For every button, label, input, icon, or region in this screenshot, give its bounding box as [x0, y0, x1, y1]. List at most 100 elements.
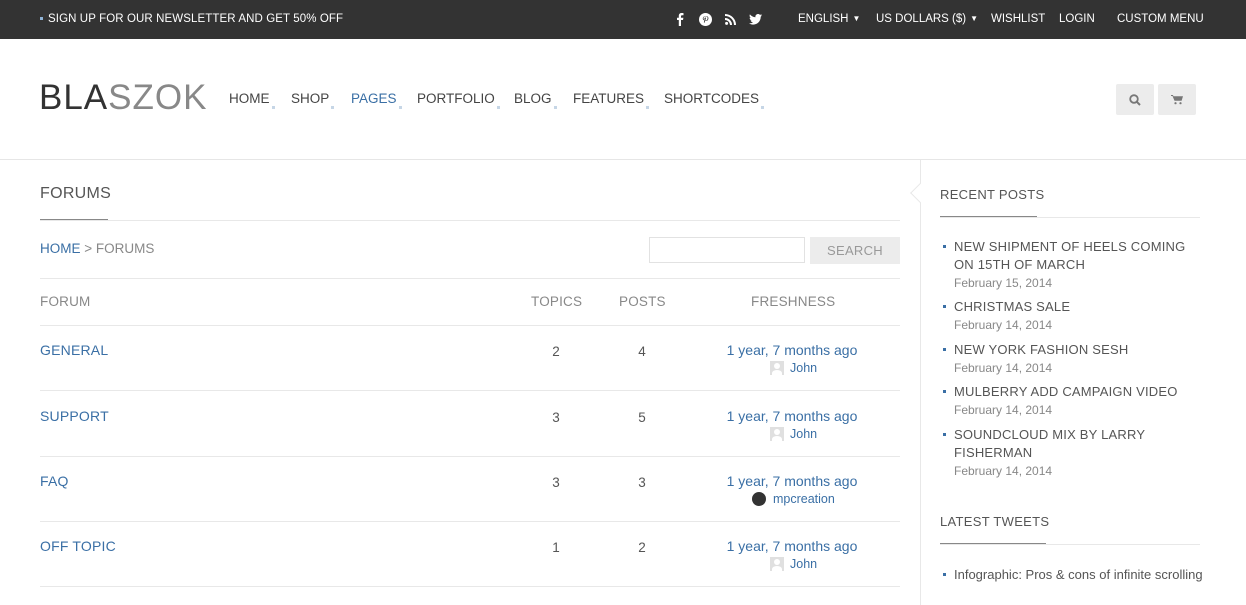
site-header: BLASZOK HOME SHOP PAGES PORTFOLIO BLOG F…: [0, 39, 1246, 160]
forum-search-button[interactable]: SEARCH: [810, 237, 900, 264]
rss-icon[interactable]: [722, 11, 738, 27]
author-name: John: [790, 557, 818, 571]
tweet-item: Infographic: Pros & cons of infinite scr…: [940, 565, 1205, 584]
list-item[interactable]: CHRISTMAS SALE February 14, 2014: [940, 298, 1205, 334]
freshness-link[interactable]: 1 year, 7 months ago: [712, 538, 872, 554]
page-title: FORUMS: [40, 185, 112, 202]
topics-count: 2: [552, 344, 560, 359]
forums-main: FORUMS HOME > FORUMS SEARCH FORUM TOPICS…: [40, 160, 900, 605]
post-title[interactable]: MULBERRY ADD CAMPAIGN VIDEO: [954, 383, 1205, 401]
author-link[interactable]: mpcreation: [752, 492, 835, 506]
topics-count: 3: [552, 410, 560, 425]
avatar: [770, 557, 784, 571]
tweet-text: Infographic: Pros & cons of infinite scr…: [954, 567, 1203, 582]
post-date: February 14, 2014: [954, 403, 1053, 417]
nav-portfolio[interactable]: PORTFOLIO: [417, 91, 500, 109]
currency-label: US DOLLARS ($): [876, 13, 967, 25]
posts-count: 2: [638, 540, 646, 555]
login-link[interactable]: LOGIN: [1059, 13, 1095, 25]
author-link[interactable]: John: [770, 427, 817, 441]
cart-icon: [1171, 95, 1183, 105]
newsletter-promo-link[interactable]: SIGN UP FOR OUR NEWSLETTER AND GET 50% O…: [40, 13, 343, 25]
topics-count: 1: [552, 540, 560, 555]
facebook-icon[interactable]: [672, 11, 688, 27]
language-selector[interactable]: ENGLISH ▼: [798, 13, 860, 25]
list-item[interactable]: SOUNDCLOUD MIX BY LARRY FISHERMAN Februa…: [940, 426, 1205, 480]
top-bar: SIGN UP FOR OUR NEWSLETTER AND GET 50% O…: [0, 0, 1246, 39]
chevron-down-icon: ▼: [970, 13, 979, 23]
forum-link[interactable]: GENERAL: [40, 342, 108, 358]
posts-count: 4: [638, 344, 646, 359]
nav-home[interactable]: HOME: [229, 91, 275, 109]
column-header-forum: FORUM: [40, 294, 91, 309]
language-label: ENGLISH: [798, 13, 849, 25]
table-row: SUPPORT 3 5 1 year, 7 months ago John: [40, 392, 900, 457]
divider: [40, 220, 900, 221]
search-button[interactable]: [1116, 84, 1154, 115]
divider: [40, 278, 900, 279]
post-title[interactable]: CHRISTMAS SALE: [954, 298, 1205, 316]
list-item[interactable]: MULBERRY ADD CAMPAIGN VIDEO February 14,…: [940, 383, 1205, 419]
nav-shortcodes[interactable]: SHORTCODES: [664, 91, 765, 109]
table-row: OFF TOPIC 1 2 1 year, 7 months ago John: [40, 522, 900, 587]
list-item[interactable]: NEW YORK FASHION SESH February 14, 2014: [940, 341, 1205, 377]
sidebar-notch: [910, 183, 930, 203]
chevron-down-icon: ▼: [852, 13, 861, 23]
author-name: John: [790, 361, 818, 375]
cart-button[interactable]: [1158, 84, 1196, 115]
logo-text-part1: BLA: [39, 78, 109, 117]
search-icon: [1129, 93, 1141, 106]
newsletter-promo-text: SIGN UP FOR OUR NEWSLETTER AND GET 50% O…: [48, 13, 344, 25]
breadcrumb-separator: >: [84, 241, 93, 256]
topics-count: 3: [552, 475, 560, 490]
nav-shop-label: SHOP: [291, 91, 330, 106]
author-name: mpcreation: [773, 492, 835, 506]
forum-link[interactable]: FAQ: [40, 473, 69, 489]
breadcrumb: HOME > FORUMS: [40, 241, 154, 256]
nav-pages-label: PAGES: [351, 91, 397, 106]
post-title[interactable]: SOUNDCLOUD MIX BY LARRY FISHERMAN: [954, 426, 1205, 462]
posts-count: 5: [638, 410, 646, 425]
freshness-link[interactable]: 1 year, 7 months ago: [712, 342, 872, 358]
nav-shop[interactable]: SHOP: [291, 91, 335, 109]
column-header-posts: POSTS: [619, 294, 666, 309]
divider: [940, 217, 1200, 218]
nav-features[interactable]: FEATURES: [573, 91, 650, 109]
post-date: February 14, 2014: [954, 318, 1053, 332]
nav-shortcodes-label: SHORTCODES: [664, 91, 760, 106]
author-link[interactable]: John: [770, 361, 817, 375]
avatar: [770, 361, 784, 375]
nav-pages[interactable]: PAGES: [351, 91, 402, 109]
nav-features-label: FEATURES: [573, 91, 645, 106]
author-link[interactable]: John: [770, 557, 817, 571]
divider: [940, 544, 1200, 545]
breadcrumb-home[interactable]: HOME: [40, 241, 81, 256]
forum-search-input[interactable]: [649, 237, 805, 263]
avatar: [752, 492, 766, 506]
wishlist-link[interactable]: WISHLIST: [991, 13, 1045, 25]
logo-text-part2: SZOK: [108, 78, 208, 117]
nav-blog-label: BLOG: [514, 91, 552, 106]
site-logo[interactable]: BLASZOK: [39, 80, 207, 115]
nav-portfolio-label: PORTFOLIO: [417, 91, 495, 106]
freshness-link[interactable]: 1 year, 7 months ago: [712, 473, 872, 489]
posts-count: 3: [638, 475, 646, 490]
post-title[interactable]: NEW SHIPMENT OF HEELS COMING ON 15TH OF …: [954, 238, 1205, 274]
currency-selector[interactable]: US DOLLARS ($) ▼: [876, 13, 978, 25]
forum-link[interactable]: SUPPORT: [40, 408, 109, 424]
recent-posts-heading: RECENT POSTS: [940, 187, 1045, 202]
list-item[interactable]: NEW SHIPMENT OF HEELS COMING ON 15TH OF …: [940, 238, 1205, 292]
pinterest-icon[interactable]: [697, 11, 713, 27]
freshness-link[interactable]: 1 year, 7 months ago: [712, 408, 872, 424]
post-title[interactable]: NEW YORK FASHION SESH: [954, 341, 1205, 359]
avatar: [770, 427, 784, 441]
post-date: February 14, 2014: [954, 361, 1053, 375]
nav-blog[interactable]: BLOG: [514, 91, 557, 109]
nav-home-label: HOME: [229, 91, 270, 106]
table-row: GENERAL 2 4 1 year, 7 months ago John: [40, 326, 900, 391]
twitter-icon[interactable]: [747, 11, 763, 27]
custom-menu-link[interactable]: CUSTOM MENU: [1117, 13, 1204, 25]
column-header-freshness: FRESHNESS: [751, 294, 836, 309]
breadcrumb-current: FORUMS: [95, 241, 155, 256]
forum-link[interactable]: OFF TOPIC: [40, 538, 116, 554]
